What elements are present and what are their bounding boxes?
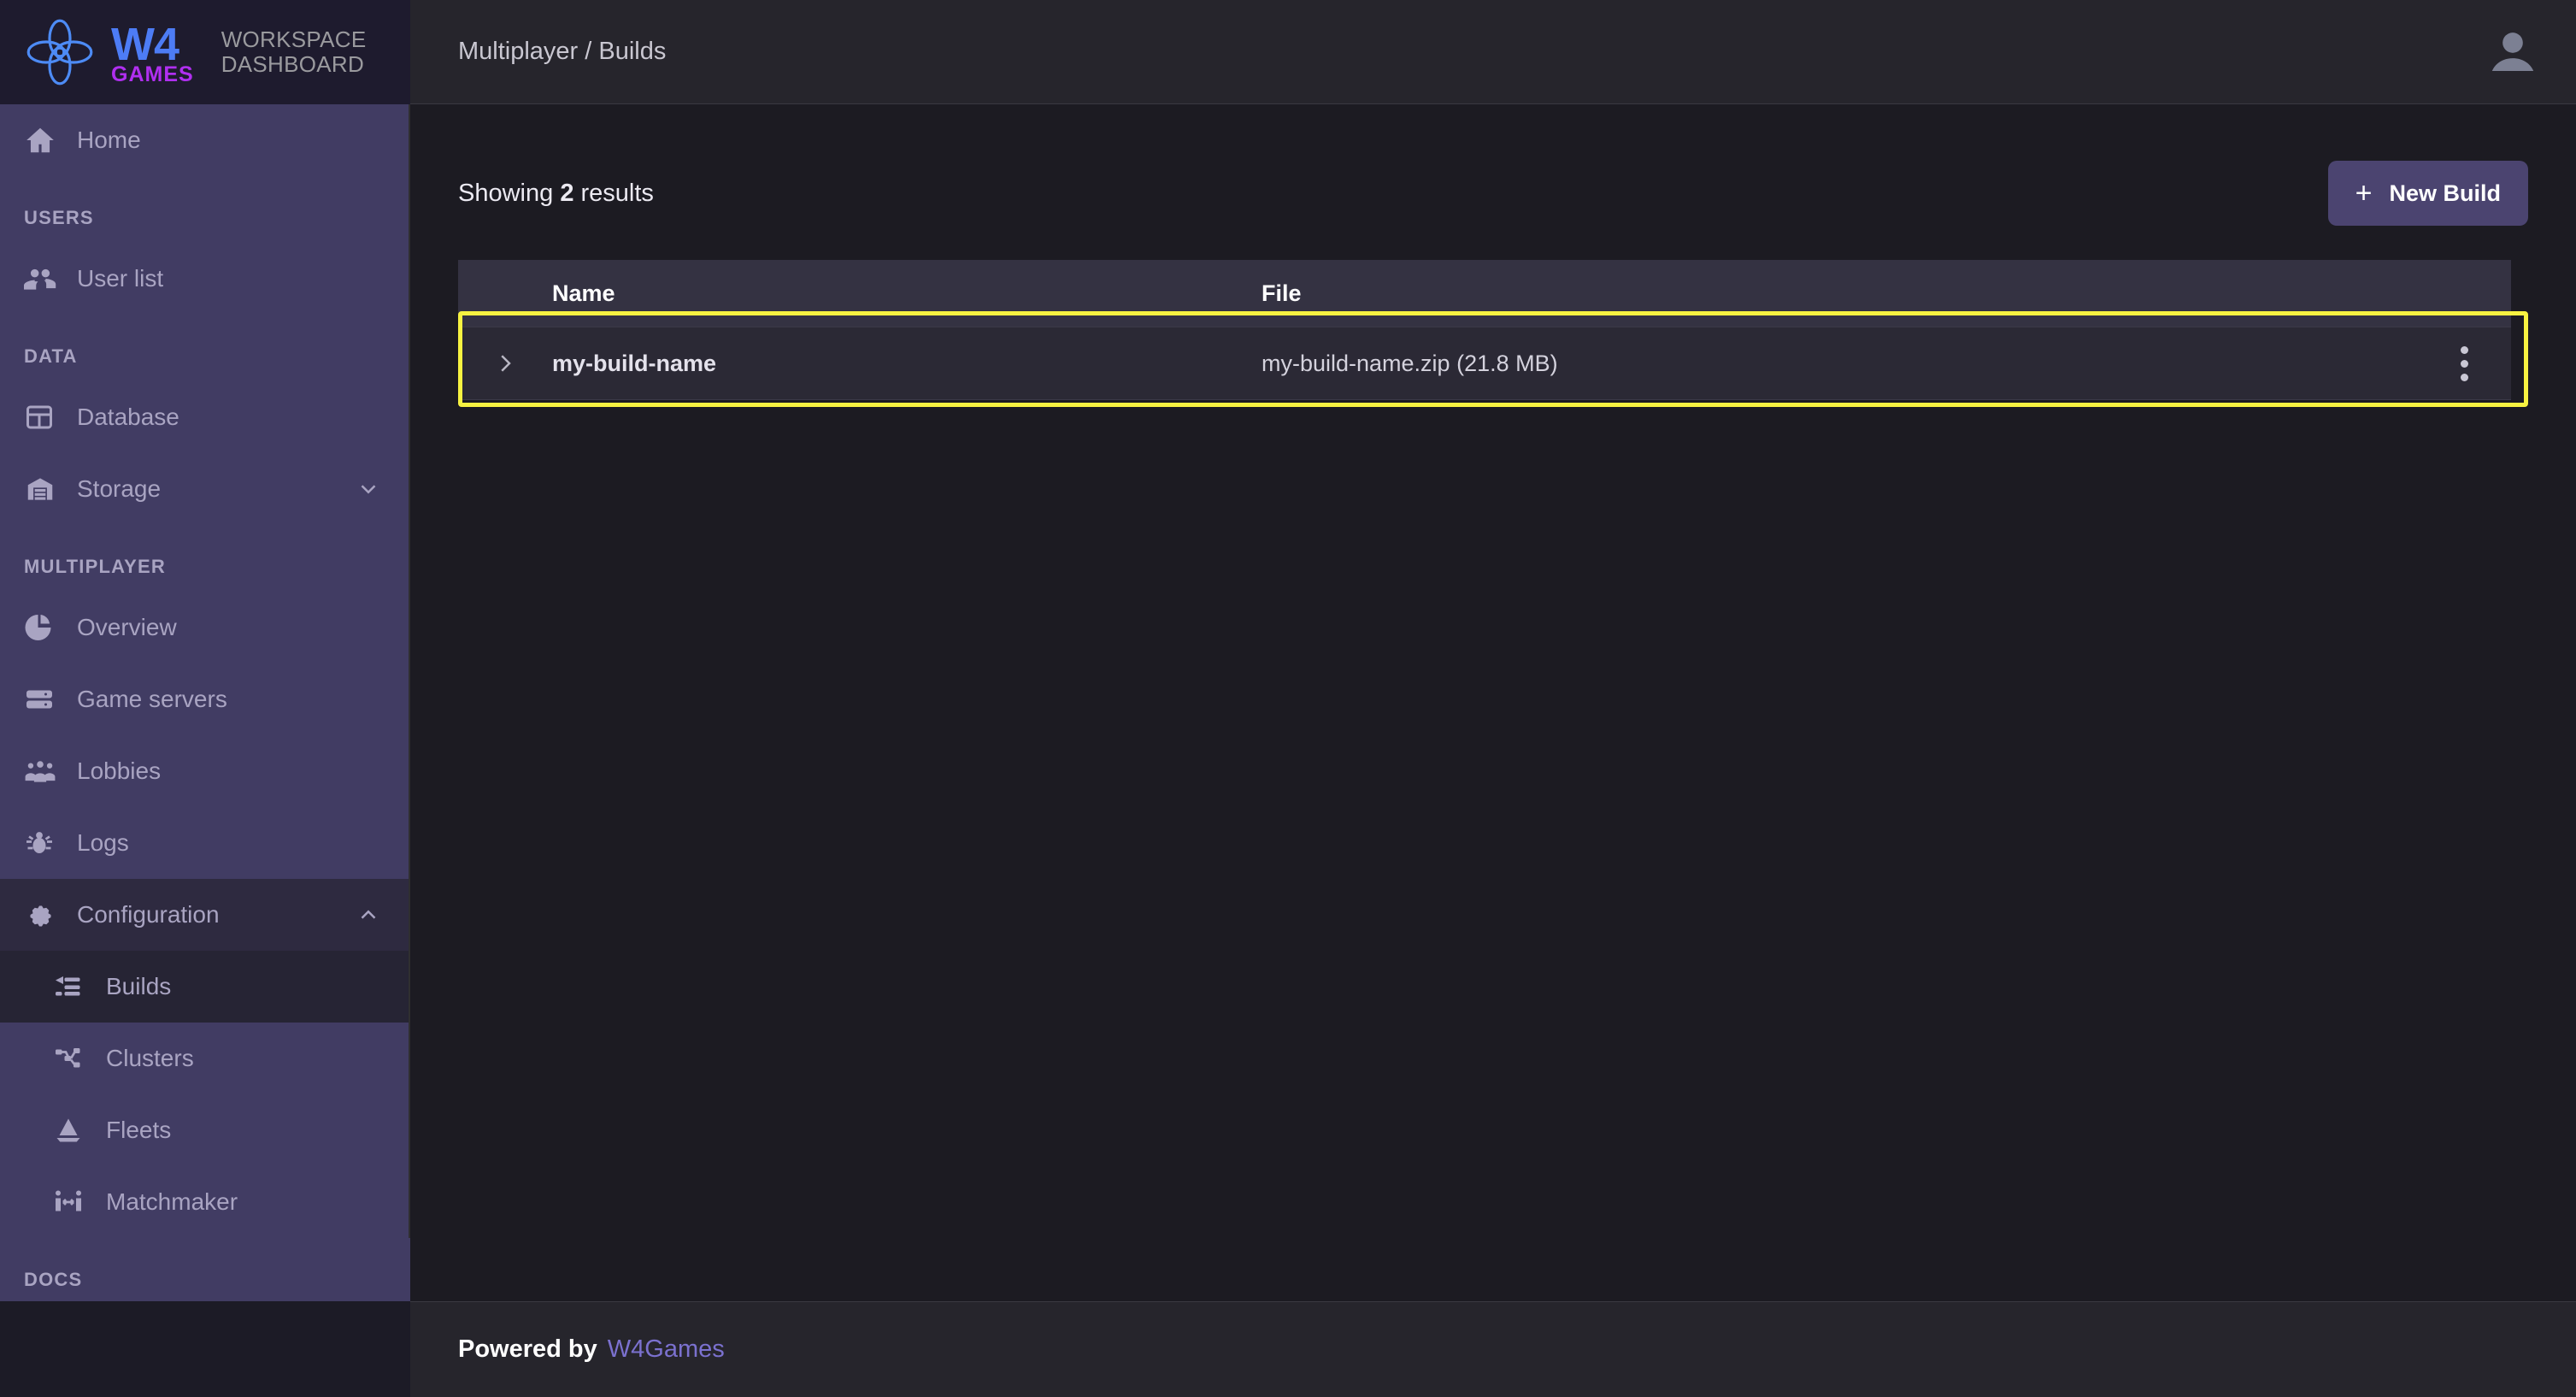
chevron-up-icon[interactable] <box>356 902 381 928</box>
row-name-cell: my-build-name <box>552 351 1262 377</box>
gear-icon <box>24 899 65 930</box>
brand-wordmark: W4 GAMES <box>111 21 194 85</box>
sidebar-item-fleets-label: Fleets <box>106 1117 171 1144</box>
results-number: 2 <box>560 180 573 207</box>
sidebar-item-logs[interactable]: Logs <box>0 807 410 879</box>
sidebar: W4 GAMES WORKSPACE DASHBOARD Home USERS <box>0 0 410 1397</box>
footer-powered-by: Powered by <box>458 1335 597 1364</box>
kebab-menu-icon[interactable] <box>2461 346 2468 381</box>
chevron-down-icon[interactable] <box>356 476 381 502</box>
table-header-row: Name File <box>458 260 2511 327</box>
content-header: Showing 2 results + New Build <box>458 157 2528 229</box>
sidebar-item-overview[interactable]: Overview <box>0 592 410 663</box>
main-area: Multiplayer / Builds Showing 2 results +… <box>410 0 2576 1397</box>
sidebar-item-user-list[interactable]: User list <box>0 243 410 315</box>
brand-title-line1: WORKSPACE <box>221 27 367 52</box>
brand-title: WORKSPACE DASHBOARD <box>221 27 367 77</box>
sidebar-item-configuration[interactable]: Configuration <box>0 879 410 951</box>
content-area: Showing 2 results + New Build Name File <box>410 104 2576 1301</box>
table-row[interactable]: my-build-name my-build-name.zip (21.8 MB… <box>458 327 2511 400</box>
new-build-button[interactable]: + New Build <box>2328 161 2528 226</box>
table-header-file[interactable]: File <box>1262 280 2417 307</box>
chevron-right-icon[interactable] <box>458 351 552 376</box>
server-icon <box>24 684 65 715</box>
sidebar-section-data: DATA <box>0 315 410 381</box>
sidebar-section-docs-block: DOCS <box>0 1238 410 1305</box>
brand-w4-text: W4 <box>111 21 194 68</box>
sidebar-item-lobbies[interactable]: Lobbies <box>0 735 410 807</box>
table-header-name[interactable]: Name <box>552 280 1262 307</box>
sidebar-item-configuration-label: Configuration <box>77 901 220 928</box>
sidebar-item-overview-label: Overview <box>77 614 177 641</box>
builds-table: Name File my-build-name my-build-name.zi… <box>458 260 2511 400</box>
sidebar-item-clusters-label: Clusters <box>106 1045 194 1072</box>
results-count: Showing 2 results <box>458 180 654 208</box>
row-menu-cell[interactable] <box>2417 346 2511 381</box>
home-icon <box>24 124 65 156</box>
row-file-cell: my-build-name.zip (21.8 MB) <box>1262 351 2417 377</box>
sidebar-section-users: USERS <box>0 176 410 243</box>
sidebar-nav: Home USERS User list DATA Database <box>0 104 410 1397</box>
topbar: Multiplayer / Builds <box>410 0 2576 104</box>
sidebar-item-logs-label: Logs <box>77 829 129 857</box>
builds-icon <box>53 971 94 1002</box>
footer-w4games-link[interactable]: W4Games <box>608 1335 725 1364</box>
sailboat-icon <box>53 1115 94 1146</box>
results-prefix: Showing <box>458 180 560 207</box>
brand-header: W4 GAMES WORKSPACE DASHBOARD <box>0 0 410 104</box>
warehouse-icon <box>24 473 65 505</box>
sidebar-item-matchmaker[interactable]: Matchmaker <box>0 1166 410 1238</box>
brand-games-text: GAMES <box>111 64 194 85</box>
sidebar-item-lobbies-label: Lobbies <box>77 757 161 785</box>
table-icon <box>24 402 65 433</box>
matchmaker-icon <box>53 1187 94 1217</box>
footer: Powered by W4Games <box>410 1301 2576 1397</box>
clusters-icon <box>53 1043 94 1074</box>
sidebar-item-home-label: Home <box>77 127 141 154</box>
sidebar-item-storage-label: Storage <box>77 475 161 503</box>
sidebar-item-builds[interactable]: Builds <box>0 951 410 1023</box>
user-avatar-icon[interactable] <box>2482 21 2544 83</box>
sidebar-item-storage[interactable]: Storage <box>0 453 410 525</box>
sidebar-item-game-servers[interactable]: Game servers <box>0 663 410 735</box>
app-root: W4 GAMES WORKSPACE DASHBOARD Home USERS <box>0 0 2576 1397</box>
results-suffix: results <box>573 180 653 207</box>
sidebar-item-database-label: Database <box>77 404 179 431</box>
bug-icon <box>24 828 65 858</box>
sidebar-footer-strip <box>0 1301 410 1397</box>
sidebar-item-matchmaker-label: Matchmaker <box>106 1188 238 1216</box>
sidebar-item-database[interactable]: Database <box>0 381 410 453</box>
users-icon <box>24 262 65 295</box>
sidebar-item-home[interactable]: Home <box>0 104 410 176</box>
sidebar-item-game-servers-label: Game servers <box>77 686 227 713</box>
breadcrumb[interactable]: Multiplayer / Builds <box>458 38 666 66</box>
row-expand-cell[interactable] <box>458 351 552 376</box>
w4-flower-logo-icon <box>24 18 96 86</box>
pie-chart-icon <box>24 612 65 643</box>
new-build-label: New Build <box>2389 180 2501 207</box>
plus-icon: + <box>2355 179 2373 208</box>
table-body: my-build-name my-build-name.zip (21.8 MB… <box>458 327 2511 400</box>
sidebar-section-docs: DOCS <box>0 1238 410 1305</box>
sidebar-item-builds-label: Builds <box>106 973 171 1000</box>
sidebar-item-clusters[interactable]: Clusters <box>0 1023 410 1094</box>
sidebar-item-fleets[interactable]: Fleets <box>0 1094 410 1166</box>
brand-title-line2: DASHBOARD <box>221 52 367 77</box>
group-icon <box>24 755 65 787</box>
sidebar-section-multiplayer: MULTIPLAYER <box>0 525 410 592</box>
sidebar-item-user-list-label: User list <box>77 265 163 292</box>
